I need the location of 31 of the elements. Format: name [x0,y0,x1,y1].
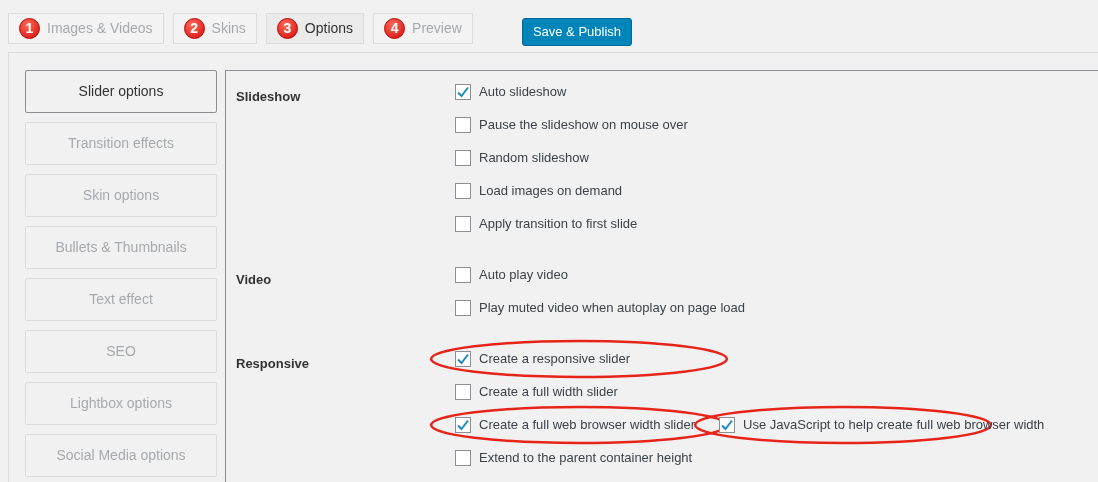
step-number-badge: 4 [384,18,406,39]
section-heading: Video [236,272,272,287]
checkbox-label: Apply transition to first slide [479,214,638,233]
sidebar-item[interactable]: Bullets & Thumbnails [25,226,217,269]
checkbox-label: Auto slideshow [479,82,567,101]
step-tab[interactable]: 4 Preview [373,13,473,44]
section-heading: Responsive [236,356,309,371]
section-heading: Slideshow [236,89,301,104]
checkbox-label: Create a responsive slider [479,349,631,368]
sidebar-item[interactable]: Lightbox options [25,382,217,425]
sidebar-item[interactable]: Text effect [25,278,217,321]
step-number-badge: 2 [183,18,205,39]
checkbox-label: Play muted video when autoplay on page load [479,298,745,317]
step-number-badge: 1 [19,18,40,39]
checkbox-label: Pause the slideshow on mouse over [479,115,688,134]
sidebar-item[interactable]: Transition effects [25,122,217,165]
step-number-badge: 3 [276,18,298,39]
checkbox-label: Create a full width slider [479,382,618,401]
checkbox-label: Auto play video [479,265,568,284]
checkbox-label: Create a full web browser width slider [479,415,696,434]
checkbox-label: Load images on demand [479,181,623,200]
sidebar-item[interactable]: SEO [25,330,217,373]
sidebar-item[interactable]: Social Media options [25,434,217,477]
checkbox-label: Extend to the parent container height [479,448,693,467]
step-tab[interactable]: 2 Skins [172,13,257,44]
checkbox-label: Random slideshow [479,148,589,167]
sidebar-item[interactable]: Slider options [25,70,217,113]
step-tab[interactable]: 3 Options [265,13,365,44]
sidebar-item[interactable]: Skin options [25,174,217,217]
save-publish-button[interactable]: Save & Publish [521,18,633,46]
step-tab[interactable]: 1 Images & Videos [8,13,164,44]
